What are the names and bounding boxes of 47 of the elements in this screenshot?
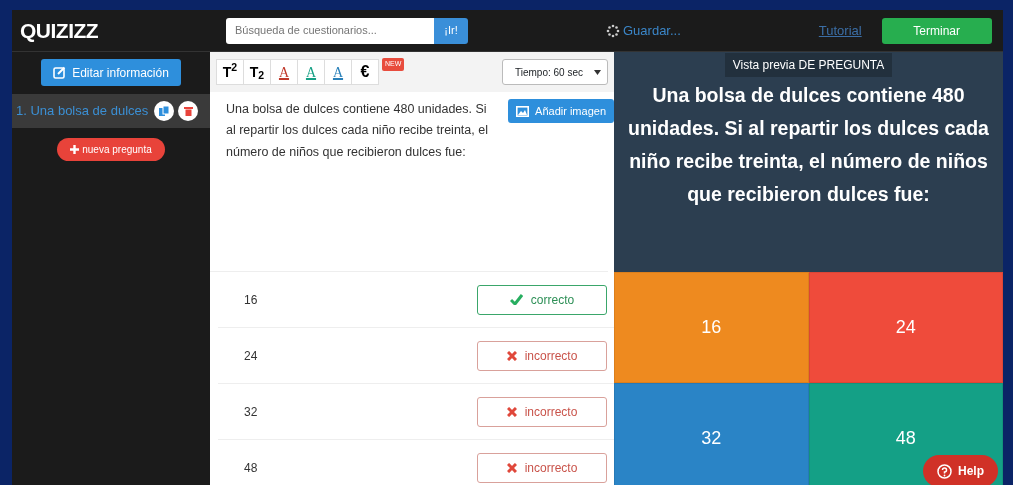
question-text: Una bolsa de dulces contiene 480 unidades. Si al repartir los dulces cada niño recibe treinta, el número de niños que recibieron dulces fue: (226, 101, 488, 161)
format-button[interactable]: T$_{2}$ (243, 59, 271, 85)
caret-icon (594, 69, 601, 75)
copy-icon (159, 106, 170, 116)
help-button[interactable]: Help (923, 455, 998, 485)
question-item[interactable]: 1. Una bolsa de dulces (12, 94, 210, 128)
correct-toggle-button[interactable]: correcto (477, 284, 607, 315)
format-button[interactable]: A (324, 59, 352, 85)
answer-tile: 32 (614, 383, 809, 485)
answer-text: 48 (244, 459, 258, 477)
tutorial-link[interactable]: Tutorial (818, 20, 862, 41)
cross-icon (506, 406, 517, 417)
answer-text: 32 (244, 403, 258, 421)
trash-icon (183, 106, 193, 116)
correct-toggle-button[interactable]: incorrecto (477, 340, 607, 371)
answer-text: 24 (244, 347, 258, 365)
preview-header: Vista previa DE PREGUNTA (724, 53, 893, 77)
plus-icon (70, 145, 80, 154)
saving-status: Guardar... (623, 21, 681, 40)
image-icon (516, 105, 530, 117)
check-icon (509, 294, 523, 305)
edit-info-button[interactable]: Editar información (41, 59, 181, 86)
finish-button[interactable]: Terminar (881, 17, 992, 44)
spinner-icon (606, 23, 620, 38)
answer-tile: 16 (614, 272, 809, 383)
question-title: 1. Una bolsa de dulces (16, 102, 149, 121)
correct-toggle-button[interactable]: incorrecto (477, 452, 607, 483)
cross-icon (506, 350, 517, 361)
answer-tile: 24 (808, 272, 1003, 383)
preview-question: Una bolsa de dulces contiene 480 unidades. Si al repartir los dulces cada niño recibe treinta, el número de niños que recibieron dulces fue: (627, 83, 990, 208)
add-image-button[interactable]: Añadir imagen (508, 99, 614, 123)
search-button[interactable]: ¡Ir! (434, 17, 468, 44)
format-button[interactable]: € (351, 59, 379, 85)
answer-text: 16 (244, 291, 258, 309)
search-field[interactable]: Búsqueda de cuestionarios... (226, 17, 434, 44)
help-icon (937, 463, 952, 479)
delete-button[interactable] (178, 101, 199, 121)
duplicate-button[interactable] (154, 101, 175, 121)
new-question-button[interactable]: nueva pregunta (57, 138, 165, 161)
format-button[interactable]: T$^{2}$ (216, 59, 244, 85)
cross-icon (506, 462, 517, 473)
format-button[interactable]: A (270, 59, 298, 85)
format-button[interactable]: A (297, 59, 325, 85)
correct-toggle-button[interactable]: incorrecto (477, 396, 607, 427)
edit-icon (53, 66, 67, 79)
timer-dropdown[interactable]: Tiempo: 60 sec (502, 59, 608, 85)
logo[interactable]: QUIZIZZ (20, 14, 226, 47)
